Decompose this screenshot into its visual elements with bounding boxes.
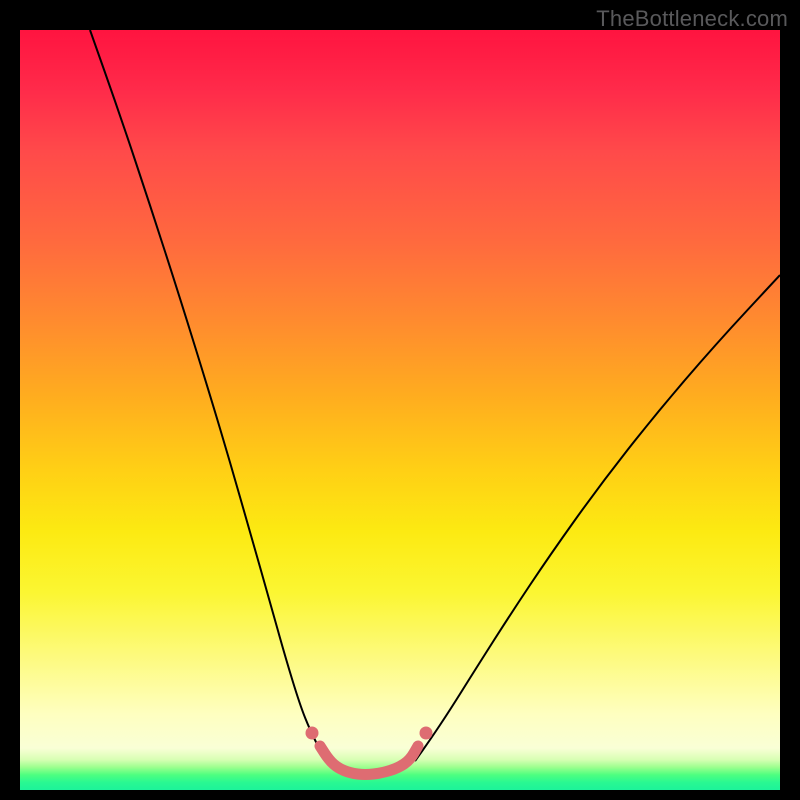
watermark-label: TheBottleneck.com: [596, 6, 788, 32]
plot-area: [20, 30, 780, 790]
chart-frame: TheBottleneck.com: [0, 0, 800, 800]
curve-overlay: [20, 30, 780, 790]
